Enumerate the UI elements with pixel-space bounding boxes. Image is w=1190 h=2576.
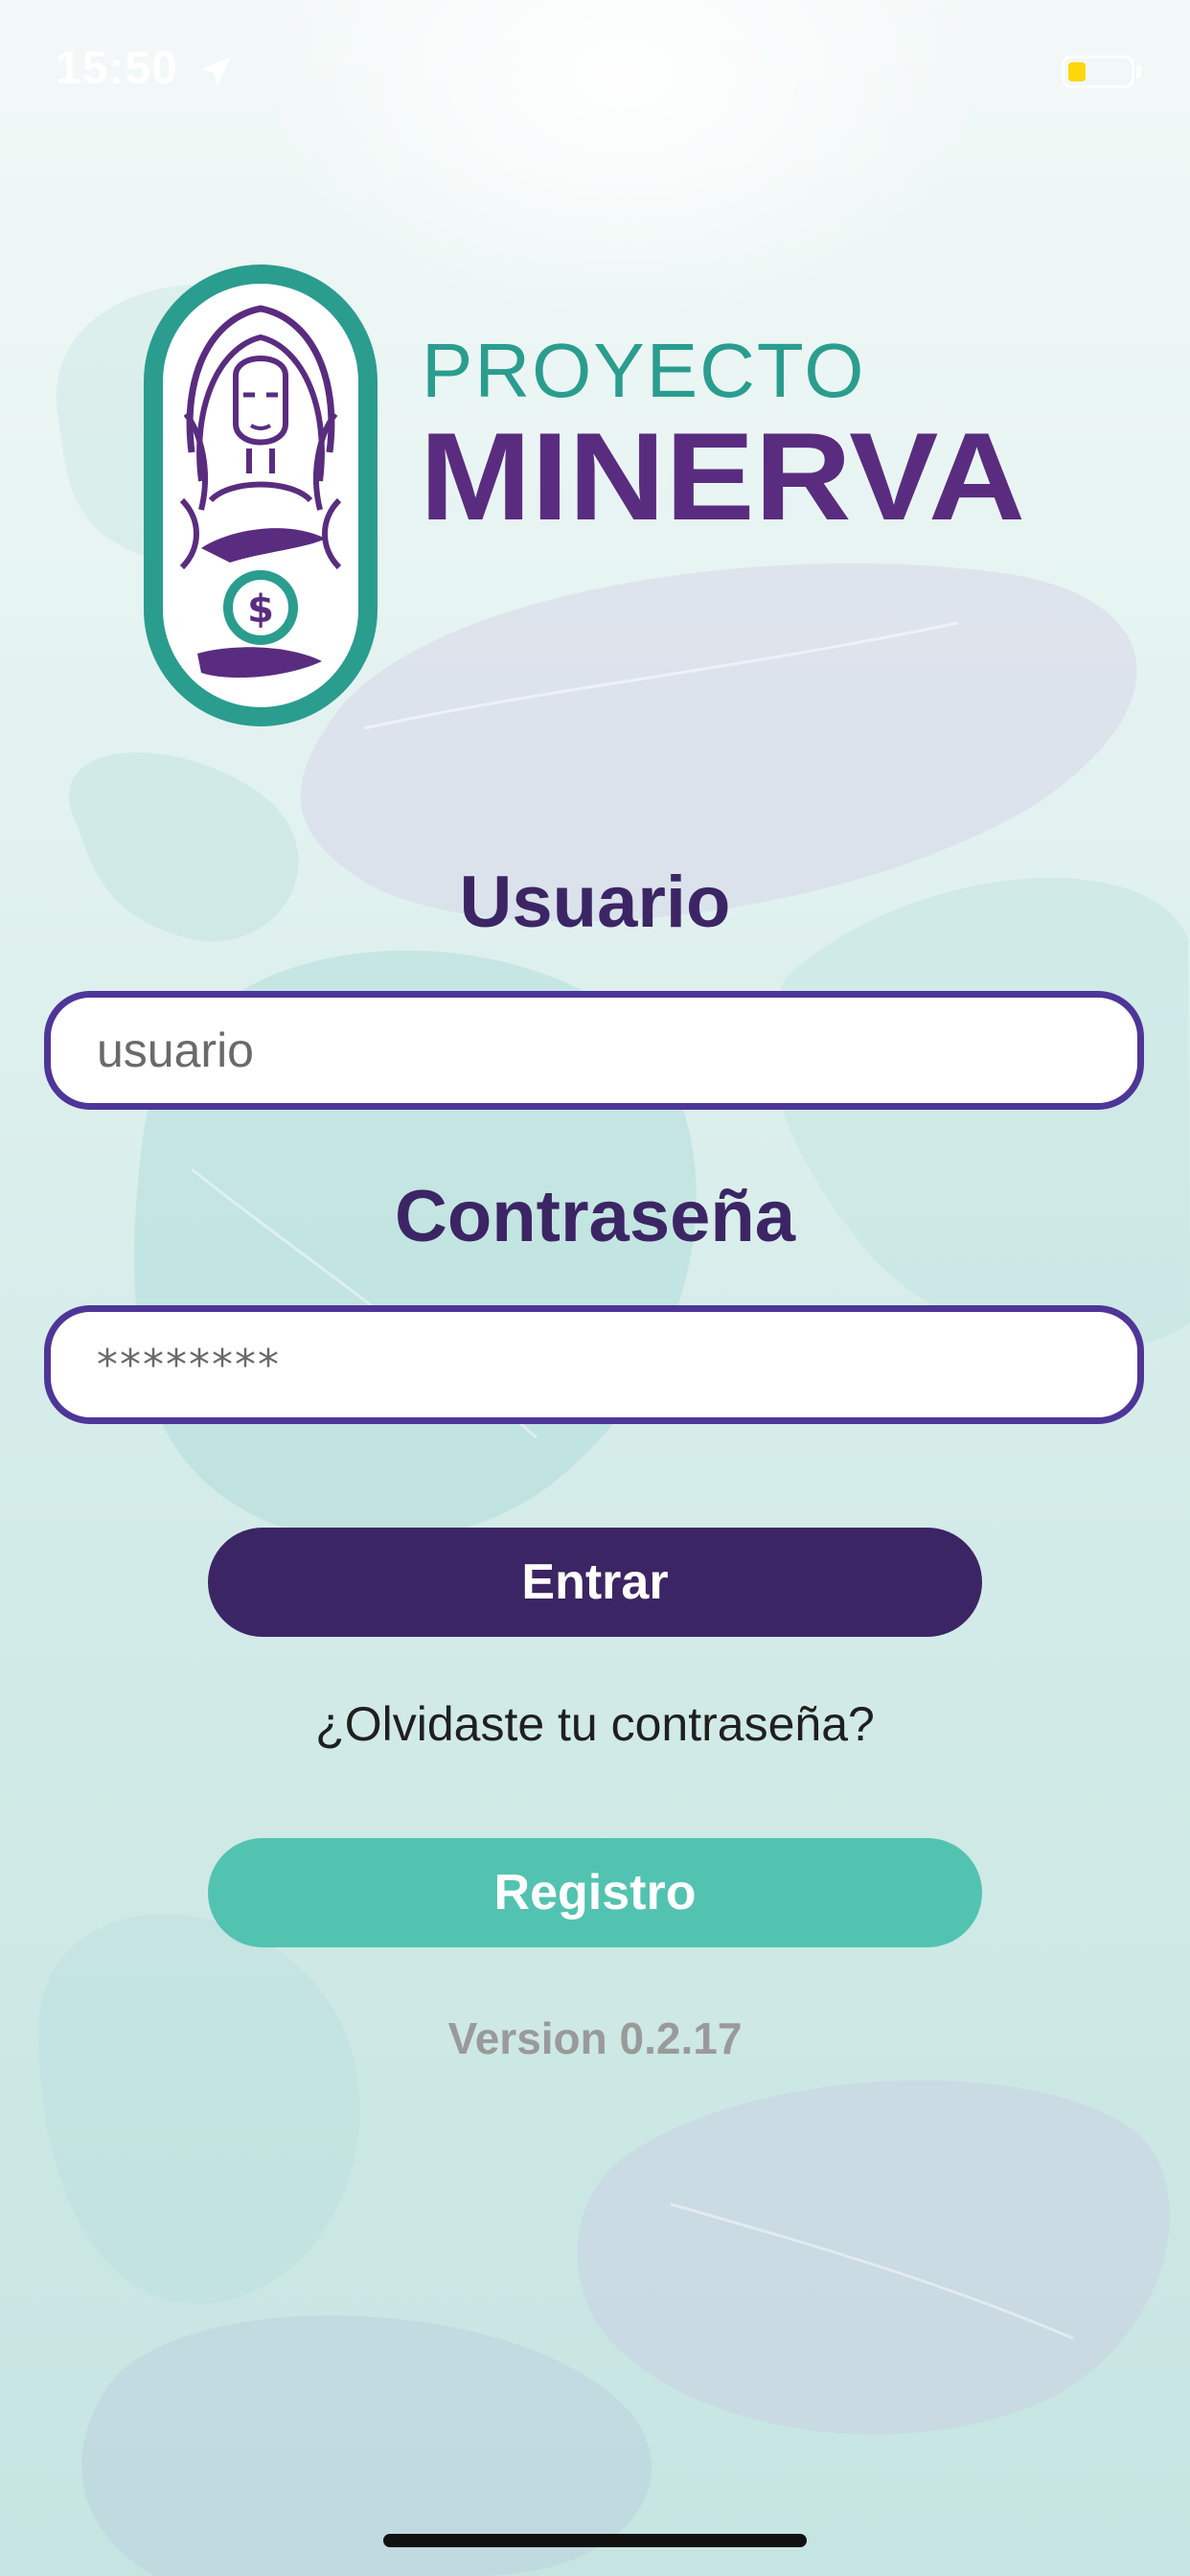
username-field[interactable] <box>44 991 1144 1110</box>
username-input[interactable] <box>95 1022 1137 1079</box>
location-arrow-icon <box>200 57 231 87</box>
logo-coin-symbol: $ <box>247 587 274 632</box>
battery-level <box>1068 62 1086 81</box>
status-bar: 15:50 <box>0 0 1190 144</box>
home-indicator <box>383 2534 807 2547</box>
password-label: Contraseña <box>394 1176 796 1257</box>
register-button[interactable]: Registro <box>208 1838 982 1947</box>
username-label: Usuario <box>459 862 731 943</box>
version-label: Version 0.2.17 <box>447 2013 743 2063</box>
proyecto-minerva-logo: $ PROYECTO MINERVA <box>144 264 1025 726</box>
logo-line1: PROYECTO <box>422 328 866 413</box>
password-field[interactable]: ******** <box>44 1305 1144 1424</box>
forgot-password-link[interactable]: ¿Olvidaste tu contraseña? <box>0 1696 1190 1752</box>
login-button[interactable]: Entrar <box>208 1528 982 1637</box>
minerva-emblem-icon: $ <box>144 264 378 726</box>
status-time: 15:50 <box>56 43 178 94</box>
battery-icon <box>1062 56 1134 88</box>
battery-cap <box>1136 65 1141 79</box>
logo-line2: MINERVA <box>420 406 1025 546</box>
password-input[interactable]: ******** <box>97 1341 281 1390</box>
